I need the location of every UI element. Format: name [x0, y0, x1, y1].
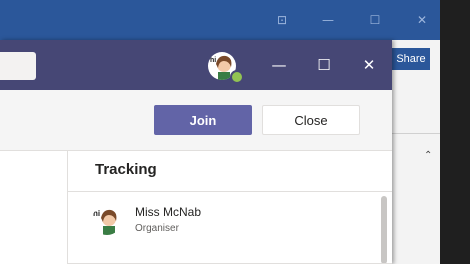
word-close-button[interactable]: ✕	[412, 10, 432, 30]
word-maximize-button[interactable]: ☐	[365, 10, 385, 30]
teams-maximize-button[interactable]: ☐	[313, 54, 335, 76]
svg-text:hi: hi	[210, 57, 216, 64]
svg-text:hi: hi	[93, 209, 100, 218]
bitmoji-avatar-icon: hi	[93, 209, 117, 235]
ribbon-display-icon[interactable]: ⊡	[272, 10, 292, 30]
attendee-role: Organiser	[135, 223, 179, 234]
ribbon-divider	[392, 133, 440, 134]
teams-meeting-window: hi — ☐ ✕ Join Close Tracking hi Miss McN…	[0, 40, 392, 264]
attendee-name: Miss McNab	[135, 205, 202, 219]
search-input[interactable]	[0, 52, 36, 80]
teams-minimize-button[interactable]: —	[268, 54, 290, 76]
organiser-avatar: hi	[92, 205, 122, 235]
close-button[interactable]: Close	[262, 105, 360, 135]
scrollbar[interactable]	[381, 196, 387, 264]
tracking-heading: Tracking	[95, 161, 157, 178]
presence-available-icon	[230, 70, 244, 84]
meeting-action-bar: Join Close	[0, 90, 392, 151]
join-button[interactable]: Join	[154, 105, 252, 135]
word-minimize-button[interactable]: —	[318, 10, 338, 30]
teams-close-button[interactable]: ✕	[358, 54, 380, 76]
collapse-ribbon-icon[interactable]: ⌃	[424, 150, 432, 161]
teams-titlebar: hi — ☐ ✕	[0, 40, 392, 90]
word-ribbon	[392, 40, 440, 264]
word-titlebar: ⊡ — ☐ ✕	[0, 0, 440, 40]
tracking-divider	[68, 191, 392, 192]
background-edge	[440, 0, 470, 264]
share-button[interactable]: Share	[392, 48, 430, 70]
panel-divider	[67, 151, 68, 264]
meeting-details: Tracking hi Miss McNab Organiser	[0, 151, 392, 264]
